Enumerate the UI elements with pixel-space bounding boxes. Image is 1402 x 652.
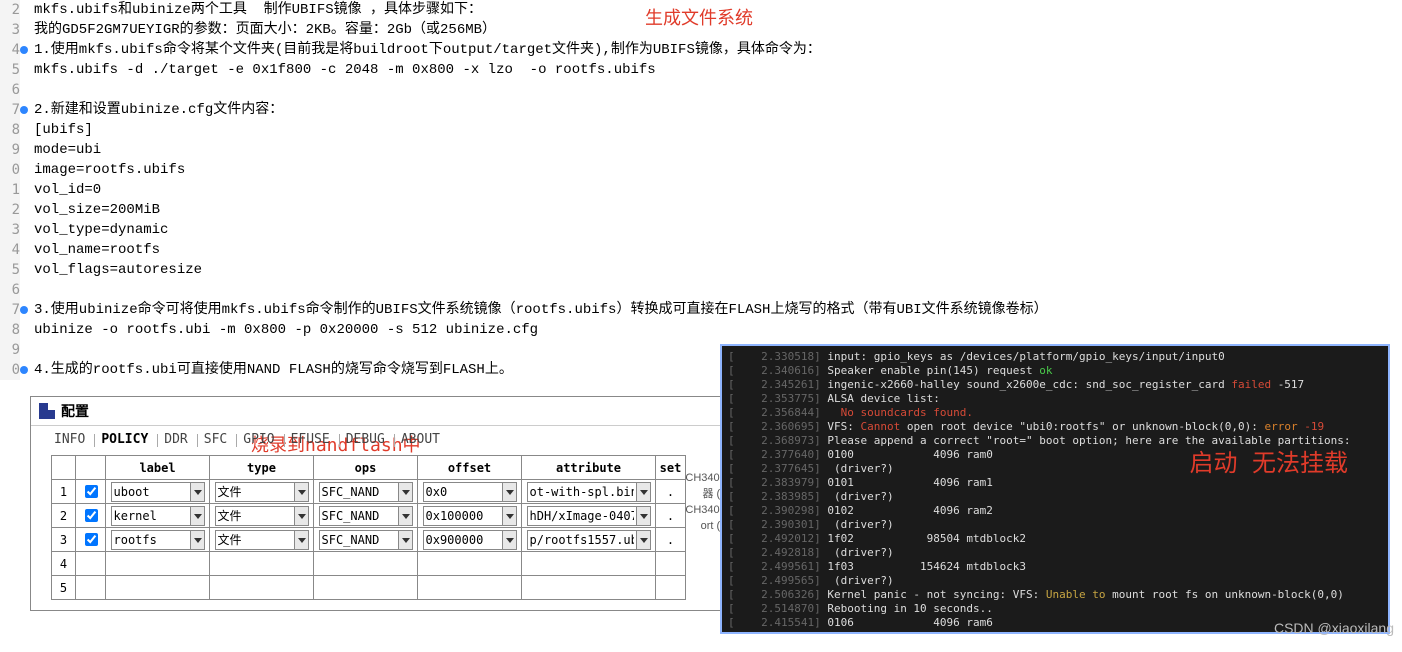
col-index (52, 456, 76, 480)
line-18: ubinize -o rootfs.ubi -m 0x800 -p 0x2000… (20, 320, 538, 340)
line-8: [ubifs] (20, 120, 93, 140)
line-20: 4.生成的rootfs.ubi可直接使用NAND FLASH的烧写命令烧写到FL… (20, 360, 513, 380)
col-label: label (106, 456, 210, 480)
dropdown-icon[interactable] (191, 530, 205, 550)
cell-input[interactable] (111, 482, 191, 502)
table-row: 2. (52, 504, 686, 528)
terminal-line: [ 2.390298] 0102 4096 ram2 (728, 504, 1382, 518)
tab-policy[interactable]: POLICY (98, 432, 151, 447)
cell-input[interactable] (215, 530, 295, 550)
cell-input[interactable] (527, 530, 637, 550)
tab-sfc[interactable]: SFC (201, 432, 230, 447)
terminal-line: [ 2.356844] No soundcards found. (728, 406, 1382, 420)
line-4: 1.使用mkfs.ubifs命令将某个文件夹(目前我是将buildroot下ou… (20, 40, 821, 60)
line-14: vol_name=rootfs (20, 240, 160, 260)
col-check (76, 456, 106, 480)
dropdown-icon[interactable] (191, 482, 205, 502)
row-enable-checkbox[interactable] (85, 485, 98, 498)
tab-ddr[interactable]: DDR (161, 432, 190, 447)
line-17: 3.使用ubinize命令可将使用mkfs.ubifs命令制作的UBIFS文件系… (20, 300, 1048, 320)
line-2: mkfs.ubifs和ubinize两个工具 制作UBIFS镜像 ，具体步骤如下… (20, 0, 482, 20)
annotation-boot-fail: 启动 无法挂载 (1190, 456, 1348, 470)
line-9: mode=ubi (20, 140, 101, 160)
cell-input[interactable] (423, 530, 503, 550)
cell-input[interactable] (423, 482, 503, 502)
cell-input[interactable] (319, 482, 399, 502)
dropdown-icon[interactable] (503, 482, 517, 502)
line-7: 2.新建和设置ubinize.cfg文件内容： (20, 100, 283, 120)
dropdown-icon[interactable] (637, 530, 651, 550)
terminal-line: [ 2.368973] Please append a correct "roo… (728, 434, 1382, 448)
cell-input[interactable] (319, 530, 399, 550)
dropdown-icon[interactable] (637, 482, 651, 502)
tab-gpio[interactable]: GPIO (240, 432, 277, 447)
cell-input[interactable] (215, 506, 295, 526)
tab-info[interactable]: INFO (51, 432, 88, 447)
terminal-line: [ 2.383979] 0101 4096 ram1 (728, 476, 1382, 490)
cell-input[interactable] (319, 506, 399, 526)
cell-input[interactable] (423, 506, 503, 526)
line-13: vol_type=dynamic (20, 220, 168, 240)
terminal-line: [ 2.499565] (driver?) (728, 574, 1382, 588)
config-table: label type ops offset attribute set 1.2.… (51, 455, 686, 600)
cell-input[interactable] (527, 506, 637, 526)
dropdown-icon[interactable] (503, 506, 517, 526)
terminal-line: [ 2.360695] VFS: Cannot open root device… (728, 420, 1382, 434)
cell-input[interactable] (111, 506, 191, 526)
terminal-line: [ 2.383985] (driver?) (728, 490, 1382, 504)
cell-input[interactable] (527, 482, 637, 502)
terminal-line: [ 2.340616] Speaker enable pin(145) requ… (728, 364, 1382, 378)
table-row: 5 (52, 576, 686, 600)
cell-input[interactable] (215, 482, 295, 502)
code-listing: 2mkfs.ubifs和ubinize两个工具 制作UBIFS镜像 ，具体步骤如… (0, 0, 1402, 380)
csdn-watermark: CSDN @xiaoxilang (1274, 620, 1394, 636)
terminal-line: [ 2.506326] Kernel panic - not syncing: … (728, 588, 1382, 602)
tab-efuse[interactable]: EFUSE (288, 432, 333, 447)
line-5: mkfs.ubifs -d ./target -e 0x1f800 -c 204… (20, 60, 656, 80)
config-panel: 配置 烧录到nandflash中 INFO POLICY DDR SFC GPI… (30, 396, 730, 611)
terminal-line: [ 2.492818] (driver?) (728, 546, 1382, 560)
dropdown-icon[interactable] (637, 506, 651, 526)
tab-about[interactable]: ABOUT (398, 432, 443, 447)
tab-debug[interactable]: DEBUG (343, 432, 388, 447)
terminal-line: [ 2.330518] input: gpio_keys as /devices… (728, 350, 1382, 364)
terminal-line: [ 2.492012] 1f02 98504 mtdblock2 (728, 532, 1382, 546)
dropdown-icon[interactable] (399, 506, 413, 526)
terminal-line: [ 2.390301] (driver?) (728, 518, 1382, 532)
panel-title: 配置 (61, 401, 89, 421)
terminal-line: [ 2.345261] ingenic-x2660-halley sound_x… (728, 378, 1382, 392)
line-3: 我的GD5F2GM7UEYIGR的参数：页面大小：2KB。容量：2Gb（或256… (20, 20, 496, 40)
dropdown-icon[interactable] (399, 530, 413, 550)
boot-terminal: [ 2.330518] input: gpio_keys as /devices… (720, 344, 1390, 634)
dropdown-icon[interactable] (295, 506, 309, 526)
row-enable-checkbox[interactable] (85, 509, 98, 522)
cell-input[interactable] (111, 530, 191, 550)
terminal-line: [ 2.514870] Rebooting in 10 seconds.. (728, 602, 1382, 616)
col-type: type (210, 456, 314, 480)
dropdown-icon[interactable] (295, 482, 309, 502)
line-11: vol_id=0 (20, 180, 101, 200)
col-offset: offset (418, 456, 522, 480)
col-attribute: attribute (522, 456, 656, 480)
terminal-line: [ 2.499561] 1f03 154624 mtdblock3 (728, 560, 1382, 574)
line-12: vol_size=200MiB (20, 200, 160, 220)
table-row: 3. (52, 528, 686, 552)
line-10: image=rootfs.ubifs (20, 160, 185, 180)
dropdown-icon[interactable] (295, 530, 309, 550)
line-15: vol_flags=autoresize (20, 260, 202, 280)
panel-logo-icon (39, 403, 55, 419)
table-row: 1. (52, 480, 686, 504)
dropdown-icon[interactable] (503, 530, 517, 550)
table-row: 4 (52, 552, 686, 576)
annotation-generate-fs: 生成文件系统 (645, 4, 753, 30)
col-ops: ops (314, 456, 418, 480)
dropdown-icon[interactable] (191, 506, 205, 526)
row-enable-checkbox[interactable] (85, 533, 98, 546)
terminal-line: [ 2.353775] ALSA device list: (728, 392, 1382, 406)
dropdown-icon[interactable] (399, 482, 413, 502)
